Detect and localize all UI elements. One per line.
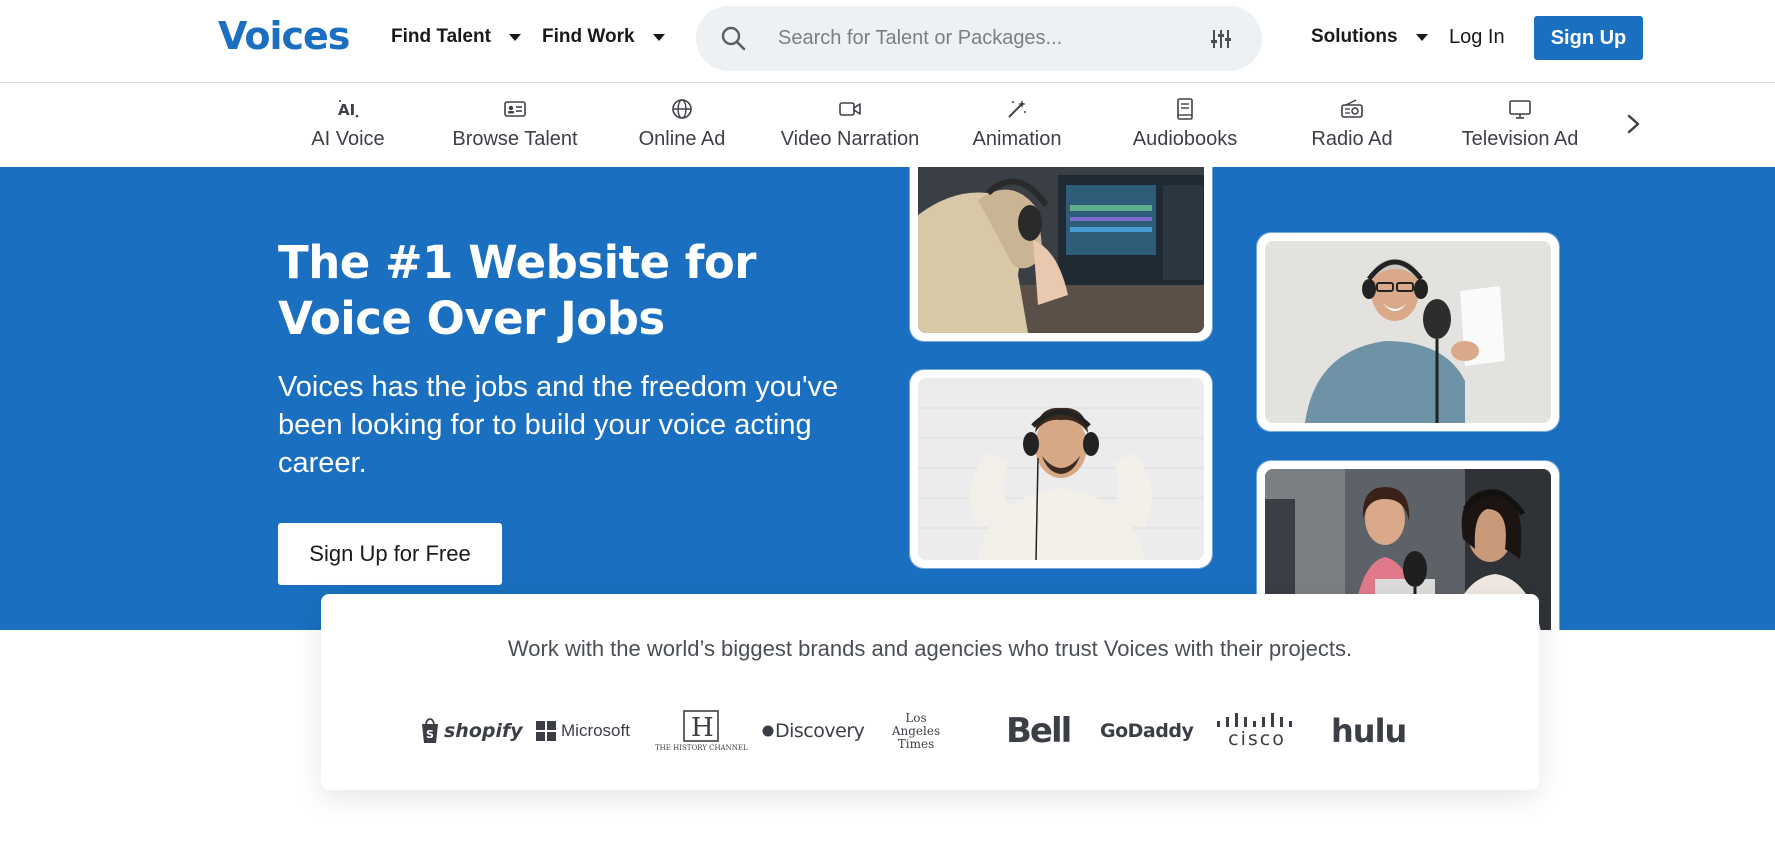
video-camera-icon <box>838 98 862 120</box>
history-channel-logo: H THE HISTORY CHANNEL <box>655 706 748 756</box>
category-label: AI Voice <box>311 128 385 150</box>
cisco-logo: cisco <box>1216 706 1298 756</box>
category-audiobooks[interactable]: Audiobooks <box>1100 84 1270 167</box>
la-times-logo: Los Angeles Times <box>891 706 941 756</box>
svg-text:AI: AI <box>338 101 355 119</box>
trusted-brands-card: Work with the world’s biggest brands and… <box>321 594 1539 790</box>
hero-subtitle: Voices has the jobs and the freedom you'… <box>278 371 839 479</box>
filter-sliders-icon[interactable] <box>1210 28 1232 50</box>
category-label: Audiobooks <box>1132 128 1238 150</box>
category-browse-talent[interactable]: Browse Talent <box>430 84 600 167</box>
microsoft-logo: Microsoft <box>536 706 630 756</box>
category-animation[interactable]: Animation <box>932 84 1102 167</box>
category-ai-voice[interactable]: AI AI Voice <box>263 84 433 167</box>
brands-intro-text: Work with the world’s biggest brands and… <box>507 636 1353 661</box>
discovery-logo: Discovery <box>762 706 865 756</box>
monitor-icon <box>1508 98 1532 120</box>
search-input[interactable] <box>778 18 1178 58</box>
hero-photo-studio-engineer <box>910 167 1212 341</box>
hero-section: The #1 Website for Voice Over Jobs Voice… <box>0 167 1775 630</box>
category-bar: AI AI Voice Browse Talent Online Ad Vide… <box>0 84 1775 167</box>
category-radio-ad[interactable]: Radio Ad <box>1267 84 1437 167</box>
site-header: Voices Find Talent Find Work Solutions L… <box>0 0 1775 83</box>
search-bar <box>696 6 1262 71</box>
godaddy-logo-text: GoDaddy <box>1100 720 1194 742</box>
hero-photo-voice-actor-microphone <box>1257 233 1559 431</box>
category-label: Browse Talent <box>452 128 578 150</box>
godaddy-logo: GoDaddy <box>1100 706 1194 756</box>
signup-free-button[interactable]: Sign Up for Free <box>278 523 502 585</box>
svg-text:S: S <box>426 728 434 741</box>
nav-solutions-label: Solutions <box>1311 26 1398 47</box>
id-card-icon <box>503 98 527 120</box>
shopify-logo: S shopify <box>419 706 523 756</box>
category-label: Animation <box>972 128 1062 150</box>
history-channel-logo-text: THE HISTORY CHANNEL <box>655 744 748 752</box>
discovery-logo-text: Discovery <box>775 720 865 742</box>
cisco-logo-text: cisco <box>1228 728 1286 750</box>
hulu-logo: hulu <box>1331 706 1407 756</box>
bell-logo: Bell <box>1006 706 1072 756</box>
signup-button[interactable]: Sign Up <box>1534 16 1643 60</box>
category-video-narration[interactable]: Video Narration <box>765 84 935 167</box>
chevron-right-icon[interactable] <box>1620 108 1648 140</box>
category-online-ad[interactable]: Online Ad <box>597 84 767 167</box>
svg-text:H: H <box>691 713 714 742</box>
chevron-down-icon <box>508 33 521 41</box>
nav-find-work-label: Find Work <box>542 26 635 47</box>
nav-find-work[interactable]: Find Work <box>542 26 665 48</box>
shopify-logo-text: shopify <box>444 720 523 742</box>
globe-icon <box>670 98 694 120</box>
chevron-down-icon <box>652 33 665 41</box>
radio-icon <box>1340 98 1364 120</box>
category-label: Online Ad <box>638 128 726 150</box>
voices-logo[interactable]: Voices <box>218 14 350 58</box>
hulu-logo-text: hulu <box>1331 712 1407 750</box>
search-icon[interactable] <box>720 25 746 51</box>
nav-find-talent[interactable]: Find Talent <box>391 26 521 48</box>
category-label: Television Ad <box>1461 128 1579 150</box>
category-television-ad[interactable]: Television Ad <box>1435 84 1605 167</box>
login-link[interactable]: Log In <box>1449 26 1505 49</box>
hero-photo-voice-actor-headphones <box>910 370 1212 568</box>
category-label: Radio Ad <box>1311 128 1393 150</box>
ai-icon: AI <box>336 98 360 120</box>
hero-title: The #1 Website for Voice Over Jobs <box>278 236 756 345</box>
bell-logo-text: Bell <box>1006 711 1072 751</box>
category-label: Video Narration <box>780 128 920 150</box>
brand-logos-row: S shopify Microsoft H THE HISTORY CHANNE… <box>419 706 1419 756</box>
nav-find-talent-label: Find Talent <box>391 26 491 47</box>
book-icon <box>1173 98 1197 120</box>
magic-wand-icon <box>1005 98 1029 120</box>
chevron-down-icon <box>1415 33 1428 41</box>
la-times-logo-text: Los Angeles Times <box>891 710 941 751</box>
nav-solutions[interactable]: Solutions <box>1311 26 1428 48</box>
microsoft-logo-text: Microsoft <box>561 721 630 740</box>
